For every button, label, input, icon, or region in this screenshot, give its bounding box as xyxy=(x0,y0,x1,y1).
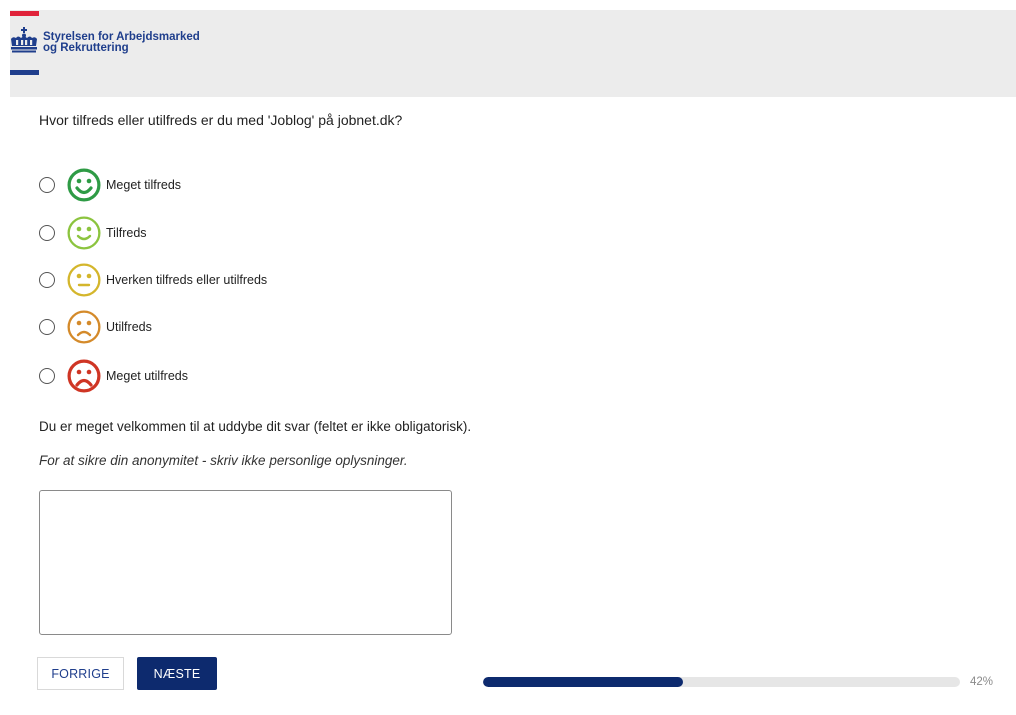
answer-option[interactable]: Tilfreds xyxy=(39,215,147,251)
answer-option-label: Meget tilfreds xyxy=(106,178,182,192)
logo-blue-stripe xyxy=(10,70,39,75)
progress-bar xyxy=(483,677,960,687)
very-happy-face-icon xyxy=(67,168,101,202)
answer-option-label: Hverken tilfreds eller utilfreds xyxy=(106,273,268,287)
answer-option[interactable]: Hverken tilfreds eller utilfreds xyxy=(39,262,267,298)
answer-option-label: Meget utilfreds xyxy=(106,369,188,383)
anonymity-note: For at sikre din anonymitet - skriv ikke… xyxy=(39,453,408,468)
answer-option-label: Utilfreds xyxy=(106,320,152,334)
answer-option[interactable]: Meget tilfreds xyxy=(39,167,181,203)
radio-button[interactable] xyxy=(39,177,55,193)
progress-bar-fill xyxy=(483,677,684,687)
very-sad-face-icon xyxy=(67,359,101,393)
elaborate-text: Du er meget velkommen til at uddybe dit … xyxy=(39,419,472,434)
happy-face-icon xyxy=(67,216,101,250)
neutral-face-icon xyxy=(67,263,101,297)
organization-logo-text: Styrelsen for Arbejdsmarked og Rekrutter… xyxy=(43,31,200,54)
next-button[interactable]: NÆSTE xyxy=(137,657,217,690)
logo-line-2: og Rekruttering xyxy=(43,42,129,54)
progress-percent: 42% xyxy=(970,676,994,688)
answer-option[interactable]: Utilfreds xyxy=(39,309,152,345)
sad-face-icon xyxy=(67,310,101,344)
radio-button[interactable] xyxy=(39,272,55,288)
radio-button[interactable] xyxy=(39,368,55,384)
logo-red-stripe xyxy=(10,11,39,16)
radio-button[interactable] xyxy=(39,225,55,241)
previous-button[interactable]: FORRIGE xyxy=(37,657,124,690)
comment-textarea[interactable] xyxy=(39,490,452,635)
question-text: Hvor tilfreds eller utilfreds er du med … xyxy=(39,112,403,128)
answer-option-label: Tilfreds xyxy=(106,226,147,240)
crown-logo-icon xyxy=(11,27,37,53)
radio-button[interactable] xyxy=(39,319,55,335)
answer-option[interactable]: Meget utilfreds xyxy=(39,358,188,394)
